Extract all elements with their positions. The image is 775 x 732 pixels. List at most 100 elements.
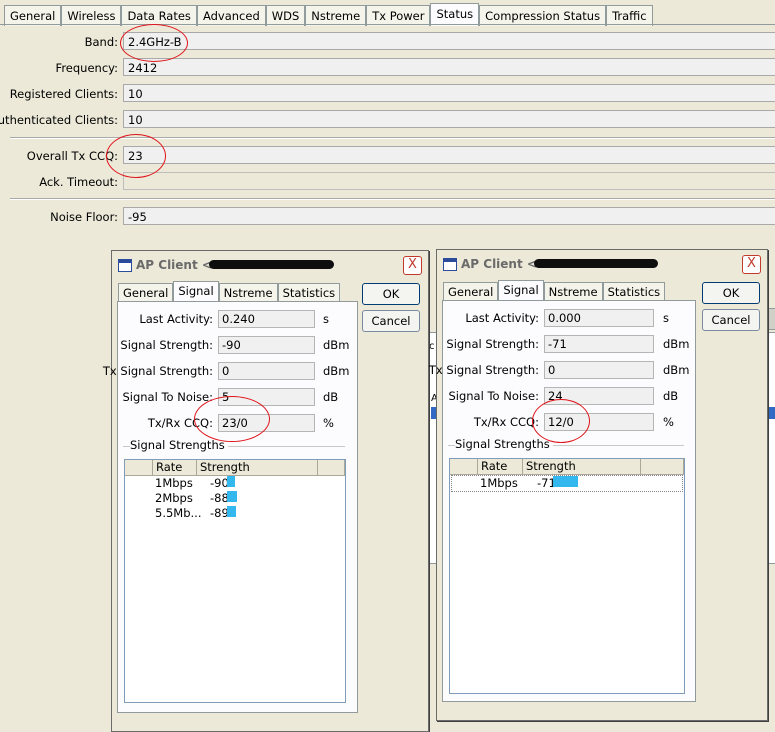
field-label: Signal To Noise: [448, 389, 539, 403]
ack-timeout-label: Ack. Timeout: [39, 175, 118, 189]
field-unit: dBm [663, 337, 690, 351]
dialog-titlebar[interactable]: AP Client < X [114, 253, 426, 277]
tx-signal-strength-field: 0 [218, 362, 315, 380]
table-row[interactable]: 2Mbps -88 [125, 491, 345, 506]
tx-signal-strength-row: Tx Signal Strength: [429, 361, 539, 380]
overall-ccq-label: Overall Tx CCQ: [26, 149, 118, 163]
dialog-title: AP Client < [461, 257, 537, 271]
ack-timeout-field [123, 172, 775, 190]
field-label: Tx/Rx CCQ: [147, 416, 213, 430]
field-unit: dB [323, 390, 339, 404]
list-header: Rate Strength [450, 459, 684, 475]
registered-clients-field: 10 [123, 84, 775, 102]
tab-tx-power[interactable]: Tx Power [366, 5, 431, 26]
last-activity-field: 0.240 [218, 310, 315, 328]
signal-strengths-list[interactable]: Rate Strength 1Mbps -71 [449, 458, 685, 694]
signal-to-noise-field: 5 [218, 388, 315, 406]
tab-compression-status[interactable]: Compression Status [479, 5, 607, 26]
rate-cell: 5.5Mb... [155, 506, 202, 520]
tab-nstreme[interactable]: Nstreme [218, 283, 278, 303]
overall-ccq-field: 23 [123, 146, 775, 164]
field-unit: dBm [323, 338, 350, 352]
signal-strength-field: -90 [218, 336, 315, 354]
field-unit: s [323, 312, 329, 326]
signal-strengths-group-title: Signal Strengths [455, 437, 553, 451]
field-unit: dB [663, 389, 679, 403]
authenticated-clients-field: 10 [123, 110, 775, 128]
close-icon[interactable]: X [742, 255, 761, 274]
tx-signal-strength-field: 0 [544, 361, 654, 379]
signal-panel: Last Activity: 0.240 s Signal Strength: … [103, 301, 358, 713]
tab-status[interactable]: Status [430, 3, 480, 26]
tab-wireless[interactable]: Wireless [61, 5, 122, 26]
close-icon[interactable]: X [403, 256, 422, 275]
band-field: 2.4GHz-B [123, 32, 775, 50]
redaction-scribble [534, 259, 658, 268]
tx-rx-ccq-field: 23/0 [218, 414, 315, 432]
table-row[interactable]: 5.5Mb... -89 [125, 506, 345, 521]
signal-bar [227, 476, 235, 487]
tab-advanced[interactable]: Advanced [196, 5, 266, 26]
field-label: Last Activity: [465, 311, 539, 325]
ok-button[interactable]: OK [702, 282, 760, 304]
tab-signal[interactable]: Signal [173, 281, 219, 303]
tab-general[interactable]: General [118, 283, 174, 303]
rate-cell: 1Mbps [155, 476, 193, 490]
registered-clients-row: Registered Clients: 10 [0, 84, 775, 104]
separator [10, 137, 775, 139]
tab-statistics[interactable]: Statistics [602, 282, 666, 302]
tab-statistics[interactable]: Statistics [277, 283, 341, 303]
cancel-button[interactable]: Cancel [362, 310, 420, 332]
column-header-rate[interactable]: Rate [153, 460, 197, 475]
frequency-field: 2412 [123, 58, 775, 76]
tab-nstreme[interactable]: Nstreme [305, 5, 367, 26]
tab-general[interactable]: General [4, 5, 62, 26]
tab-data-rates[interactable]: Data Rates [121, 5, 197, 26]
frequency-row: Frequency: 2412 [0, 58, 775, 78]
signal-bar [227, 506, 236, 517]
dialog-tab-bar: General Signal Nstreme Statistics [443, 280, 666, 302]
table-row[interactable]: 1Mbps -90 [125, 476, 345, 491]
field-unit: s [663, 311, 669, 325]
ok-button[interactable]: OK [362, 283, 420, 305]
last-activity-row: Last Activity: [118, 310, 213, 329]
tab-traffic[interactable]: Traffic [606, 5, 653, 26]
column-header-strength[interactable]: Strength [523, 459, 641, 474]
field-unit: dBm [323, 364, 350, 378]
tab-nstreme[interactable]: Nstreme [543, 282, 603, 302]
tx-rx-ccq-field: 12/0 [544, 413, 654, 431]
field-label: Signal Strength: [446, 337, 539, 351]
list-header: Rate Strength [125, 460, 345, 476]
rate-cell: 1Mbps [480, 476, 518, 490]
signal-strengths-list[interactable]: Rate Strength 1Mbps -90 2Mbps -88 5.5Mb.… [124, 459, 346, 703]
column-header-strength[interactable]: Strength [197, 460, 318, 475]
signal-bar [227, 491, 237, 502]
cancel-button[interactable]: Cancel [702, 309, 760, 331]
signal-to-noise-field: 24 [544, 387, 654, 405]
overall-ccq-row: Overall Tx CCQ: 23 [0, 146, 775, 166]
field-label: Signal Strength: [120, 338, 213, 352]
strength-cell: -90 [210, 476, 229, 490]
separator [10, 198, 775, 200]
table-row[interactable]: 1Mbps -71 [451, 475, 683, 492]
strength-cell: -89 [210, 506, 229, 520]
band-row: Band: 2.4GHz-B [0, 32, 775, 52]
noise-floor-label: Noise Floor: [50, 210, 118, 224]
ap-client-dialog-left: AP Client < X General Signal Nstreme Sta… [103, 250, 429, 732]
field-label: Signal To Noise: [122, 390, 213, 404]
signal-strength-row: Signal Strength: [443, 335, 539, 354]
tab-general[interactable]: General [443, 282, 499, 302]
signal-strength-field: -71 [544, 335, 654, 353]
signal-panel: Last Activity: 0.000 s Signal Strength: … [429, 300, 696, 702]
tx-signal-strength-row: Tx Signal Strength: [103, 362, 213, 381]
tab-wds[interactable]: WDS [265, 5, 306, 26]
column-header-rate[interactable]: Rate [478, 459, 523, 474]
dialog-titlebar[interactable]: AP Client < X [439, 252, 765, 276]
tab-signal[interactable]: Signal [498, 280, 544, 302]
redaction-scribble [209, 260, 334, 269]
background-button [768, 308, 775, 330]
background-list-edge [768, 332, 775, 564]
band-label: Band: [84, 35, 118, 49]
ack-timeout-row: Ack. Timeout: [0, 172, 775, 192]
field-label: Tx/Rx CCQ: [473, 415, 539, 429]
